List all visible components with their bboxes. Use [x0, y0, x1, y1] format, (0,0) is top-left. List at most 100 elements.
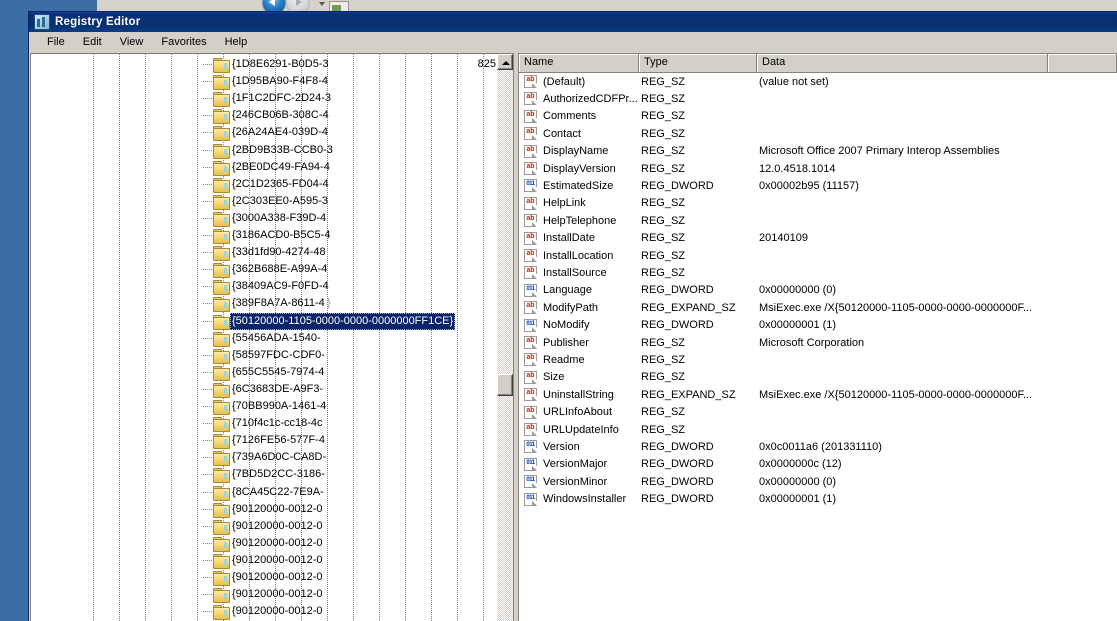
tree-item-label[interactable]: {3186ACD0-B5C5-4: [232, 227, 330, 244]
table-row[interactable]: 011 VersionMajor REG_DWORD 0x0000000c (12): [519, 456, 1117, 473]
table-row[interactable]: 011 Version REG_DWORD 0x0c0011a6 (201331110…: [519, 438, 1117, 455]
table-row[interactable]: ab InstallLocation REG_SZ: [519, 247, 1117, 264]
table-row[interactable]: ab DisplayVersion REG_SZ 12.0.4518.1014: [519, 160, 1117, 177]
tree-item[interactable]: {50120000-1105-0000-0000-0000000FF1CE}: [31, 312, 497, 330]
tree-item-label[interactable]: {710f4c1c-cc18-4c: [232, 415, 323, 432]
table-row[interactable]: ab Contact REG_SZ: [519, 125, 1117, 142]
tree-item[interactable]: {2BD9B33B-CCB0-3: [31, 142, 497, 159]
table-row[interactable]: ab URLInfoAbout REG_SZ: [519, 404, 1117, 421]
registry-tree-pane[interactable]: {1D8E6291-B0D5-3 825 {1D95BA90-F4F8-4 {1F1C…: [30, 53, 514, 621]
tree-item[interactable]: {3186ACD0-B5C5-4: [31, 227, 497, 244]
table-row[interactable]: ab Size REG_SZ: [519, 369, 1117, 386]
tree-item-label[interactable]: {58597FDC-CDF0-: [232, 347, 325, 364]
tree-item[interactable]: {389F8A7A-8611-4}: [31, 295, 497, 313]
tree-item-label[interactable]: {8CA45C22-7E9A-: [232, 484, 324, 501]
table-row[interactable]: ab Comments REG_SZ: [519, 108, 1117, 125]
table-row[interactable]: ab DisplayName REG_SZ Microsoft Office 2007…: [519, 143, 1117, 160]
tree-item-label[interactable]: {3000A338-F39D-4: [232, 210, 326, 227]
tree-item-label[interactable]: {246CB06B-308C-4: [232, 107, 329, 124]
tree-item-label[interactable]: {7126FE56-577F-4: [232, 432, 325, 449]
table-row[interactable]: ab InstallSource REG_SZ: [519, 264, 1117, 281]
tree-item[interactable]: {1D8E6291-B0D5-3 825: [31, 56, 497, 73]
table-row[interactable]: ab Readme REG_SZ: [519, 351, 1117, 368]
tree-item[interactable]: {90120000-0012-0: [31, 501, 497, 518]
tree-item[interactable]: {2C1D2365-FD04-4: [31, 176, 497, 193]
table-row[interactable]: ab InstallDate REG_SZ 20140109: [519, 230, 1117, 247]
tree-item-label[interactable]: {90120000-0012-0: [232, 518, 323, 535]
tree-item[interactable]: {90120000-0012-0: [31, 535, 497, 552]
column-header-type[interactable]: Type: [639, 54, 757, 72]
tree-item[interactable]: {739A6D0C-CA8D-: [31, 449, 497, 467]
tree-item-label[interactable]: {389F8A7A-8611-4: [232, 295, 325, 312]
tree-item[interactable]: {1F1C2DFC-2D24-3: [31, 90, 497, 108]
scroll-up-arrow-icon[interactable]: [497, 54, 513, 70]
tree-item[interactable]: {2C303EE0-A595-3: [31, 193, 497, 210]
tree-item[interactable]: {38409AC9-F0FD-4: [31, 278, 497, 296]
table-row[interactable]: ab URLUpdateInfo REG_SZ: [519, 421, 1117, 438]
tree-item-label[interactable]: {33d1fd90-4274-48: [232, 244, 326, 261]
table-row[interactable]: ab (Default) REG_SZ (value not set): [519, 73, 1117, 90]
tree-item[interactable]: {70BB990A-1461-4: [31, 398, 497, 415]
tree-vertical-scrollbar[interactable]: [497, 54, 513, 621]
tree-item[interactable]: {7126FE56-577F-4: [31, 432, 497, 450]
tree-item-label[interactable]: {1D8E6291-B0D5-3: [232, 56, 329, 73]
chevron-down-icon[interactable]: [319, 2, 325, 6]
tree-item[interactable]: {6C3683DE-A9F3-: [31, 381, 497, 398]
table-row[interactable]: 011 WindowsInstaller REG_DWORD 0x00000001 (…: [519, 491, 1117, 508]
tree-item-label[interactable]: {2C1D2365-FD04-4: [232, 176, 329, 193]
tree-item-label[interactable]: {90120000-0012-0: [232, 501, 323, 518]
tree-item-label[interactable]: {6C3683DE-A9F3-: [232, 381, 323, 398]
menu-item-favorites[interactable]: Favorites: [152, 34, 215, 50]
tree-item-label[interactable]: {55456ADA-1540-: [232, 330, 321, 347]
tree-item[interactable]: {90120000-0012-0: [31, 586, 497, 604]
tree-item-label-selected[interactable]: {50120000-1105-0000-0000-0000000FF1CE}: [230, 312, 456, 330]
tree-item-label[interactable]: {1D95BA90-F4F8-4: [232, 73, 328, 90]
tree-item-label[interactable]: {7BD5D2CC-3186-: [232, 466, 325, 483]
tree-item-label[interactable]: {26A24AE4-039D-4: [232, 124, 328, 141]
tree-item-label[interactable]: {2BD9B33B-CCB0-3: [232, 142, 333, 159]
tree-item[interactable]: {8CA45C22-7E9A-: [31, 484, 497, 501]
tree-item[interactable]: {90120000-0012-0: [31, 552, 497, 569]
table-row[interactable]: ab Publisher REG_SZ Microsoft Corporation: [519, 334, 1117, 351]
table-row[interactable]: ab HelpLink REG_SZ: [519, 195, 1117, 212]
tree-item[interactable]: {55456ADA-1540-: [31, 330, 497, 347]
tree-item[interactable]: {7BD5D2CC-3186-: [31, 466, 497, 484]
menu-item-view[interactable]: View: [111, 34, 153, 50]
tree-item-label[interactable]: {70BB990A-1461-4: [232, 398, 326, 415]
column-header-data[interactable]: Data: [757, 54, 1048, 72]
table-row[interactable]: 011 Language REG_DWORD 0x00000000 (0): [519, 282, 1117, 299]
tree-item[interactable]: {710f4c1c-cc18-4c: [31, 415, 497, 433]
scrollbar-thumb[interactable]: [497, 374, 513, 396]
tree-item-label[interactable]: {1F1C2DFC-2D24-3: [232, 90, 331, 107]
tree-item[interactable]: {246CB06B-308C-4: [31, 107, 497, 125]
tree-item[interactable]: {90120000-0012-0: [31, 603, 497, 621]
menu-item-help[interactable]: Help: [216, 34, 257, 50]
tree-item[interactable]: {58597FDC-CDF0-: [31, 347, 497, 364]
tree-item[interactable]: {3000A338-F39D-4: [31, 210, 497, 227]
table-row[interactable]: ab ModifyPath REG_EXPAND_SZ MsiExec.exe /X{…: [519, 299, 1117, 316]
tree-item-label[interactable]: {90120000-0012-0: [232, 586, 323, 603]
table-row[interactable]: ab AuthorizedCDFPr... REG_SZ: [519, 90, 1117, 107]
tree-item[interactable]: {362B688E-A99A-4: [31, 261, 497, 279]
title-bar[interactable]: Registry Editor: [29, 12, 1117, 32]
registry-values-pane[interactable]: Name Type Data ab (Default) REG_SZ (value not…: [518, 53, 1117, 621]
table-row[interactable]: 011 VersionMinor REG_DWORD 0x00000000 (0): [519, 473, 1117, 490]
tree-item-label[interactable]: {739A6D0C-CA8D-: [232, 449, 326, 466]
tree-item[interactable]: {26A24AE4-039D-4: [31, 124, 497, 142]
table-row[interactable]: ab UninstallString REG_EXPAND_SZ MsiExec.ex…: [519, 386, 1117, 403]
tree-item-label[interactable]: {90120000-0012-0: [232, 603, 323, 620]
table-row[interactable]: 011 NoModify REG_DWORD 0x00000001 (1): [519, 317, 1117, 334]
menu-item-file[interactable]: File: [38, 34, 74, 50]
tree-item[interactable]: {90120000-0012-0: [31, 569, 497, 586]
tree-item-label[interactable]: {90120000-0012-0: [232, 535, 323, 552]
tree-item-label[interactable]: {2BE0DC49-FA94-4: [232, 159, 330, 176]
table-row[interactable]: ab HelpTelephone REG_SZ: [519, 212, 1117, 229]
tree-item-label[interactable]: {90120000-0012-0: [232, 552, 323, 569]
tree-item[interactable]: {1D95BA90-F4F8-4: [31, 73, 497, 91]
tree-item-label[interactable]: {2C303EE0-A595-3: [232, 193, 328, 210]
column-header-filler[interactable]: [1048, 54, 1117, 72]
column-header-name[interactable]: Name: [519, 54, 639, 72]
tree-item-label[interactable]: {655C5545-7974-4: [232, 364, 324, 381]
table-row[interactable]: 011 EstimatedSize REG_DWORD 0x00002b95 (111…: [519, 177, 1117, 194]
tree-item[interactable]: {90120000-0012-0: [31, 518, 497, 535]
